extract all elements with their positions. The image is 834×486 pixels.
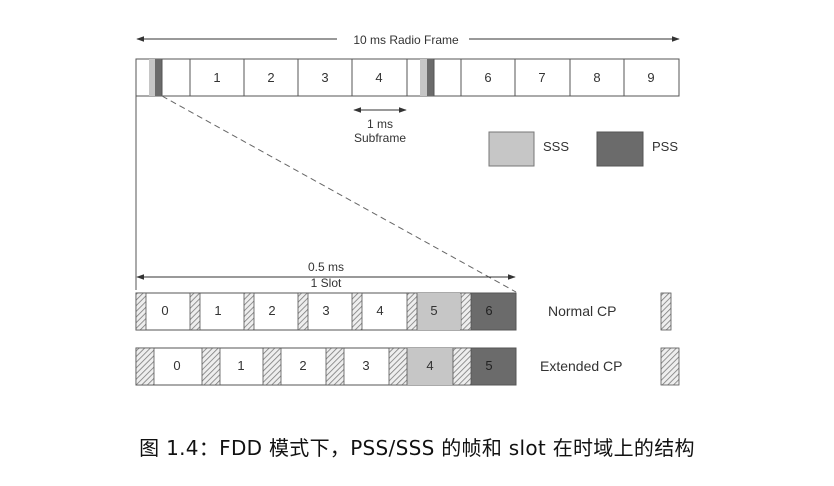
extended-symbol-label: 0 — [173, 358, 180, 373]
normal-symbol-label: 6 — [485, 303, 492, 318]
subframe-name-label: Subframe — [354, 131, 406, 145]
extended-symbol-label: 2 — [299, 358, 306, 373]
normal-symbol-label: 4 — [376, 303, 383, 318]
subframe-0-sss — [149, 59, 155, 96]
normal-symbol-label: 5 — [430, 303, 437, 318]
subframe-label: 8 — [593, 70, 600, 85]
cyclic-prefix — [262, 347, 282, 386]
legend-sss-label: SSS — [543, 139, 569, 154]
legend-sss-swatch — [488, 131, 535, 167]
normal-symbol-label: 2 — [268, 303, 275, 318]
normal-symbol-label: 0 — [161, 303, 168, 318]
normal-symbol-label: 1 — [214, 303, 221, 318]
extended-cp-label: Extended CP — [540, 358, 623, 374]
slot-duration-label: 0.5 ms — [308, 260, 344, 274]
cyclic-prefix — [135, 292, 147, 331]
cyclic-prefix — [325, 347, 345, 386]
subframe-label: 4 — [375, 70, 382, 85]
normal-symbol-label: 3 — [322, 303, 329, 318]
cyclic-prefix — [351, 292, 363, 331]
subframe-label: 1 — [213, 70, 220, 85]
subframe-duration-label: 1 ms — [367, 117, 393, 131]
figure-caption: 图 1.4：FDD 模式下，PSS/SSS 的帧和 slot 在时域上的结构 — [139, 436, 695, 460]
extended-cp-slot: 0 1 2 3 4 5 — [135, 347, 517, 386]
subframe-label: 9 — [647, 70, 654, 85]
cyclic-prefix — [452, 347, 472, 386]
legend-pss-label: PSS — [652, 139, 678, 154]
extended-symbol-label: 5 — [485, 358, 492, 373]
normal-cp-legend-swatch — [660, 292, 672, 331]
legend: SSS PSS — [488, 131, 678, 167]
radio-frame-span: 10 ms Radio Frame — [136, 33, 680, 47]
subframe-5-pss — [427, 59, 434, 96]
extended-symbol-label: 1 — [237, 358, 244, 373]
subframe-label: 7 — [538, 70, 545, 85]
legend-pss-swatch — [596, 131, 644, 167]
subframe-5-sss — [420, 59, 427, 96]
cyclic-prefix — [406, 292, 418, 331]
symbol-5-pss — [470, 347, 517, 386]
cyclic-prefix — [243, 292, 255, 331]
subframe-0-pss — [155, 59, 162, 96]
normal-cp-slot: 0 1 2 3 4 5 6 — [135, 292, 517, 331]
slot-name-label: 1 Slot — [311, 276, 342, 290]
subframe-label: 6 — [484, 70, 491, 85]
normal-cp-label: Normal CP — [548, 303, 616, 319]
cyclic-prefix — [135, 347, 155, 386]
subframe-label: 3 — [321, 70, 328, 85]
cyclic-prefix — [201, 347, 221, 386]
radio-frame-label: 10 ms Radio Frame — [353, 33, 459, 47]
extended-symbol-label: 3 — [362, 358, 369, 373]
subframe-label: 2 — [267, 70, 274, 85]
frame-structure-diagram: 10 ms Radio Frame 1 2 3 4 6 7 8 9 1 ms S… — [135, 33, 680, 386]
cyclic-prefix — [297, 292, 309, 331]
extended-symbol-label: 4 — [426, 358, 433, 373]
subframe-duration-marker: 1 ms Subframe — [353, 107, 407, 145]
symbol-5-sss — [417, 293, 460, 330]
cyclic-prefix — [189, 292, 201, 331]
subframe-0 — [149, 59, 163, 96]
extended-cp-legend-swatch — [660, 347, 680, 386]
slot-duration-marker: 0.5 ms 1 Slot — [136, 260, 516, 290]
symbol-6-pss — [470, 292, 517, 331]
cyclic-prefix — [460, 292, 472, 331]
cyclic-prefix — [388, 347, 408, 386]
subframe-5 — [420, 59, 435, 96]
radio-frame: 1 2 3 4 6 7 8 9 — [135, 58, 680, 97]
